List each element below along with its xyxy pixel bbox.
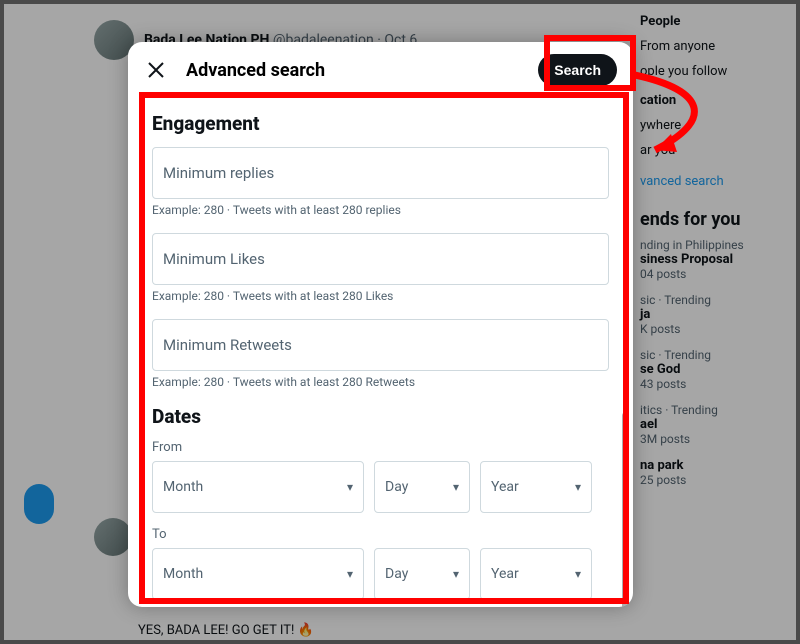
- annotation-box-search: [544, 35, 636, 91]
- close-icon: [147, 61, 165, 79]
- modal-title: Advanced search: [186, 60, 520, 81]
- close-button[interactable]: [144, 58, 168, 82]
- annotation-box-main: [139, 92, 629, 604]
